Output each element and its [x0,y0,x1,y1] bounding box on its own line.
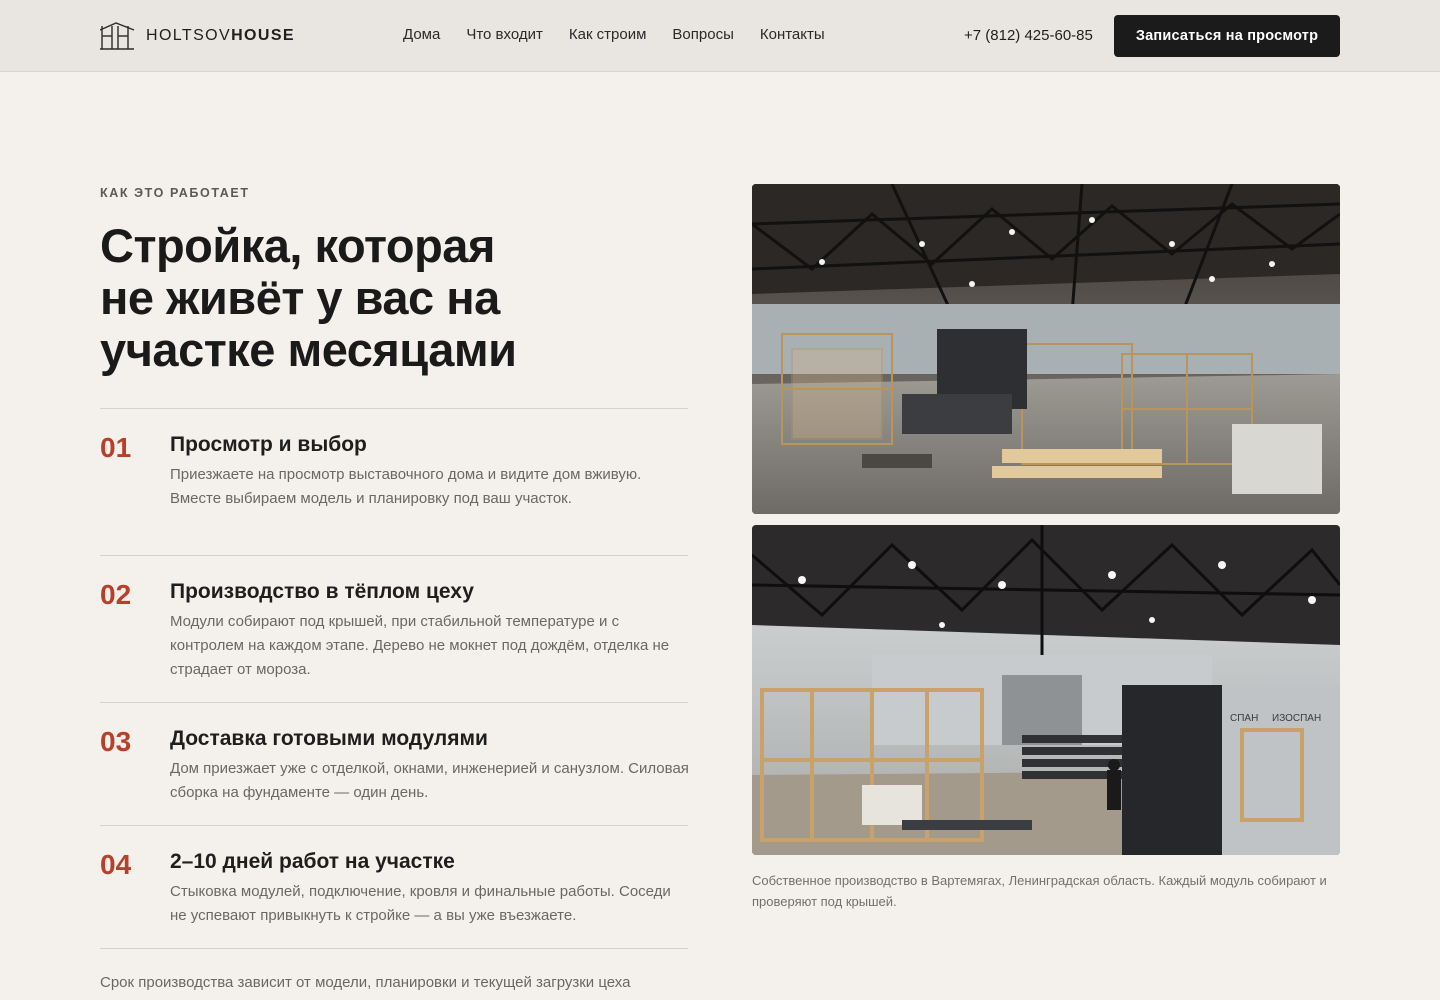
main-nav: Дома Что входит Как строим Вопросы Конта… [403,26,851,44]
headline-line-1: Стройка, которая [100,219,495,272]
step-description: Модули собирают под крышей, при стабильн… [170,613,670,678]
logo-text: HOLTSOVHOUSE [146,27,295,45]
nav-link-houses[interactable]: Дома [403,26,440,44]
production-footnote: Срок производства зависит от модели, пла… [100,974,631,991]
step-description: Дом приезжает уже с отделкой, окнами, ин… [170,760,689,801]
step-number: 03 [100,726,132,757]
photo-sign-2: ИЗОСПАН [1272,713,1321,724]
step-description: Приезжаете на просмотр выставочного дома… [170,466,642,507]
step-description: Стыковка модулей, подключение, кровля и … [170,883,671,924]
factory-photo-2: СПАН ИЗОСПАН [752,525,1340,855]
headline-line-3: участке месяцами [100,323,517,376]
photo-caption: Собственное производство в Вартемягах, Л… [752,873,1327,909]
section-headline: Стройка, которая не живёт у вас на участ… [100,220,660,376]
phone-link[interactable]: +7 (812) 425-60-85 [964,27,1093,45]
section-eyebrow: КАК ЭТО РАБОТАЕТ [100,186,250,200]
logo[interactable]: HOLTSOVHOUSE [100,22,295,50]
step-number: 02 [100,579,132,610]
nav-link-faq[interactable]: Вопросы [672,26,733,44]
step-number: 04 [100,849,132,880]
house-logo-icon [100,22,135,50]
book-viewing-button[interactable]: Записаться на просмотр [1114,15,1340,57]
nav-link-included[interactable]: Что входит [466,26,543,44]
step-title: Производство в тёплом цеху [170,580,474,603]
logo-text-bold: HOUSE [231,27,295,44]
step-number: 01 [100,432,132,463]
nav-link-contacts[interactable]: Контакты [760,26,825,44]
step-item: 02 Производство в тёплом цеху Модули соб… [100,555,688,702]
step-item: 03 Доставка готовыми модулями Дом приезж… [100,702,689,825]
step-title: Доставка готовыми модулями [170,727,488,750]
steps-list: 01 Просмотр и выбор Приезжаете на просмо… [100,408,689,949]
factory-photo-1 [752,184,1340,514]
step-title: 2–10 дней работ на участке [170,850,455,873]
step-item: 04 2–10 дней работ на участке Стыковка м… [100,825,688,948]
logo-text-light: HOLTSOV [146,27,232,44]
nav-link-how-we-build[interactable]: Как строим [569,26,647,44]
steps-divider [100,948,688,949]
step-title: Просмотр и выбор [170,433,367,456]
step-item: 01 Просмотр и выбор Приезжаете на просмо… [100,408,688,555]
site-header: HOLTSOVHOUSE Дома Что входит Как строим … [0,0,1440,72]
headline-line-2: не живёт у вас на [100,271,500,324]
photo-sign-1: СПАН [1230,713,1258,724]
